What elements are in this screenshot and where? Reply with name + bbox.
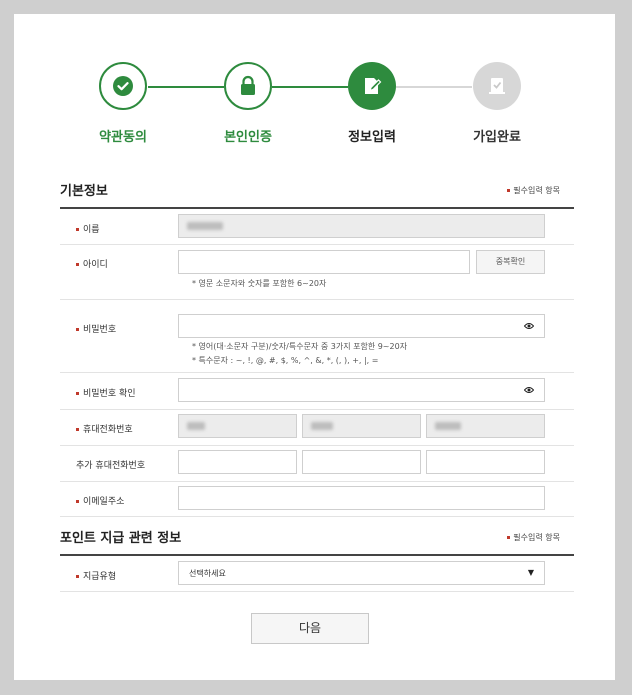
extra-phone-field-2[interactable]	[302, 450, 421, 474]
field-label: 추가 휴대전화번호	[76, 461, 146, 471]
required-dot-icon	[507, 189, 511, 192]
email-label: 이메일주소	[83, 497, 125, 507]
form-row-id: 아이디 중복확인 * 영문 소문자와 숫자를 포함한 6~20자	[60, 244, 574, 300]
email-field[interactable]	[178, 486, 545, 510]
extra-phone-field-3[interactable]	[426, 450, 545, 474]
name-field[interactable]	[178, 214, 545, 238]
form-row-password-confirm: 비밀번호 확인	[60, 372, 574, 410]
step-circle-done	[224, 62, 272, 110]
field-label: 비밀번호	[76, 322, 116, 335]
step-verification: 본인인증	[198, 62, 298, 145]
required-dot-icon	[76, 228, 79, 231]
eye-icon[interactable]	[524, 386, 534, 394]
signup-stepper: 약관동의 본인인증 정보입력 가입완료	[14, 48, 615, 145]
required-dot-icon	[76, 575, 79, 578]
field-label: 지급유형	[76, 569, 116, 582]
form-row-email: 이메일주소	[60, 481, 574, 517]
masked-value	[187, 222, 223, 230]
phone-label: 휴대전화번호	[83, 425, 133, 435]
step-label: 본인인증	[224, 130, 272, 145]
required-note-text: 필수입력 항목	[513, 186, 560, 195]
required-dot-icon	[76, 328, 79, 331]
form-row-name: 이름	[60, 209, 574, 245]
masked-value	[187, 422, 205, 430]
required-note: 필수입력 항목	[507, 185, 560, 196]
field-label: 이름	[76, 222, 100, 235]
required-dot-icon	[76, 392, 79, 395]
signup-card: 약관동의 본인인증 정보입력 가입완료 기본정보 필수입력 항목 이름 아이디 …	[14, 14, 615, 680]
step-label: 정보입력	[348, 130, 396, 145]
pay-type-selected: 선택하세요	[189, 569, 226, 578]
masked-value	[311, 422, 333, 430]
required-dot-icon	[76, 428, 79, 431]
id-field[interactable]	[178, 250, 470, 274]
id-duplicate-check-button[interactable]: 중복확인	[476, 250, 545, 274]
checklist-icon	[489, 78, 505, 94]
step-terms: 약관동의	[73, 62, 173, 145]
step-circle-todo	[473, 62, 521, 110]
password-confirm-label: 비밀번호 확인	[83, 389, 136, 399]
step-circle-done	[99, 62, 147, 110]
phone-field-2[interactable]	[302, 414, 421, 438]
masked-value	[435, 422, 461, 430]
field-label: 아이디	[76, 257, 108, 270]
eye-icon[interactable]	[524, 322, 534, 330]
phone-field-1[interactable]	[178, 414, 297, 438]
name-label: 이름	[83, 225, 100, 235]
field-label: 비밀번호 확인	[76, 386, 136, 399]
field-label: 이메일주소	[76, 494, 124, 507]
caret-down-icon: ▼	[527, 568, 534, 577]
pay-type-label: 지급유형	[83, 572, 117, 582]
form-row-phone: 휴대전화번호	[60, 409, 574, 446]
field-label: 휴대전화번호	[76, 422, 133, 435]
password-hint-special: * 특수문자 : ~, !, @, #, $, %, ^, &, *, (, )…	[192, 356, 379, 365]
required-dot-icon	[76, 263, 79, 266]
lock-icon	[241, 75, 255, 95]
edit-icon	[365, 78, 382, 94]
step-circle-active	[348, 62, 396, 110]
section-title: 포인트 지급 관련 정보	[60, 531, 182, 546]
form-row-password: 비밀번호 * 영어(대·소문자 구분)/숫자/특수문자 중 3가지 포함한 9~…	[60, 299, 574, 373]
id-hint: * 영문 소문자와 숫자를 포함한 6~20자	[192, 279, 327, 288]
password-field[interactable]	[178, 314, 545, 338]
step-label: 가입완료	[473, 130, 521, 145]
form-row-extra-phone: 추가 휴대전화번호	[60, 445, 574, 482]
required-note: 필수입력 항목	[507, 532, 560, 543]
password-label: 비밀번호	[83, 325, 117, 335]
form-row-pay-type: 지급유형 선택하세요 ▼	[60, 556, 574, 592]
pay-type-select[interactable]: 선택하세요 ▼	[178, 561, 545, 585]
step-label: 약관동의	[99, 130, 147, 145]
step-info-input: 정보입력	[322, 62, 422, 145]
password-confirm-field[interactable]	[178, 378, 545, 402]
section-title: 기본정보	[60, 184, 108, 199]
required-dot-icon	[507, 536, 511, 539]
check-icon	[113, 76, 133, 96]
id-label: 아이디	[83, 260, 108, 270]
point-info-header: 포인트 지급 관련 정보 필수입력 항목	[60, 527, 574, 547]
required-dot-icon	[76, 500, 79, 503]
required-note-text: 필수입력 항목	[513, 533, 560, 542]
next-button[interactable]: 다음	[251, 613, 369, 644]
basic-info-header: 기본정보 필수입력 항목	[60, 180, 574, 200]
password-hint-length: * 영어(대·소문자 구분)/숫자/특수문자 중 3가지 포함한 9~20자	[192, 342, 408, 351]
extra-phone-field-1[interactable]	[178, 450, 297, 474]
step-complete: 가입완료	[447, 62, 547, 145]
phone-field-3[interactable]	[426, 414, 545, 438]
